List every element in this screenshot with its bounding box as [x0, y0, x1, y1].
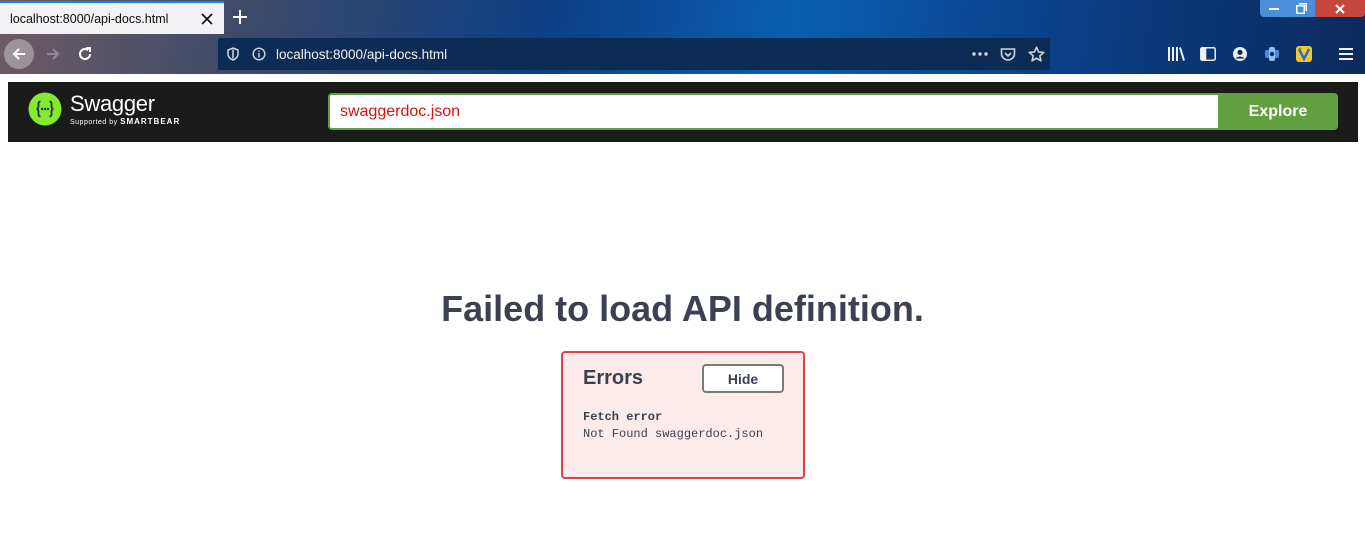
restore-button[interactable] [1288, 0, 1315, 17]
ellipsis-icon[interactable] [966, 40, 994, 68]
logo-supported-text: Supported by [70, 118, 118, 126]
v-extension-icon[interactable] [1290, 38, 1318, 70]
toolbar-right [1162, 38, 1318, 70]
address-bar[interactable]: localhost:8000/api-docs.html [218, 38, 1050, 70]
errors-panel: Errors Hide Fetch error Not Found swagge… [561, 351, 805, 479]
url-text[interactable]: localhost:8000/api-docs.html [276, 47, 966, 62]
window-close-button[interactable] [1315, 0, 1365, 17]
errors-heading: Errors [583, 367, 644, 389]
browser-tab[interactable]: localhost:8000/api-docs.html [0, 1, 224, 34]
nav-toolbar: localhost:8000/api-docs.html [0, 34, 1365, 74]
logo-name: Swagger [70, 90, 155, 116]
shield-icon[interactable] [222, 43, 244, 65]
swagger-logo[interactable]: Swagger Supported by SMARTBEAR [28, 92, 180, 126]
logo-supported-by: Supported by SMARTBEAR [70, 117, 180, 126]
plus-icon[interactable] [228, 5, 252, 29]
minimize-button[interactable] [1260, 0, 1288, 17]
logo-text: Swagger Supported by SMARTBEAR [70, 90, 180, 126]
error-message: Not Found swaggerdoc.json [583, 427, 764, 441]
logo-brand: SMARTBEAR [120, 116, 181, 126]
info-icon[interactable] [248, 43, 270, 65]
reload-icon[interactable] [70, 39, 100, 69]
swagger-logo-icon [28, 92, 62, 126]
star-icon[interactable] [1022, 40, 1050, 68]
spec-url-input[interactable] [328, 93, 1218, 130]
arrow-left-icon[interactable] [4, 39, 34, 69]
error-title: Failed to load API definition. [441, 288, 924, 329]
puzzle-extension-icon[interactable] [1258, 38, 1286, 70]
error-type: Fetch error [583, 410, 663, 424]
swagger-topbar: Swagger Supported by SMARTBEAR Explore [8, 82, 1358, 142]
browser-chrome: localhost:8000/api-docs.html localhost:8… [0, 0, 1365, 74]
sidebar-icon[interactable] [1194, 38, 1222, 70]
library-icon[interactable] [1162, 38, 1190, 70]
explore-button[interactable]: Explore [1218, 93, 1338, 130]
arrow-right-icon[interactable] [38, 39, 68, 69]
close-icon[interactable] [196, 8, 218, 30]
account-icon[interactable] [1226, 38, 1254, 70]
pocket-icon[interactable] [994, 40, 1022, 68]
tab-title: localhost:8000/api-docs.html [10, 11, 169, 26]
hamburger-menu-icon[interactable] [1332, 38, 1360, 70]
hide-button[interactable]: Hide [702, 364, 784, 393]
tab-strip: localhost:8000/api-docs.html [0, 0, 1365, 34]
